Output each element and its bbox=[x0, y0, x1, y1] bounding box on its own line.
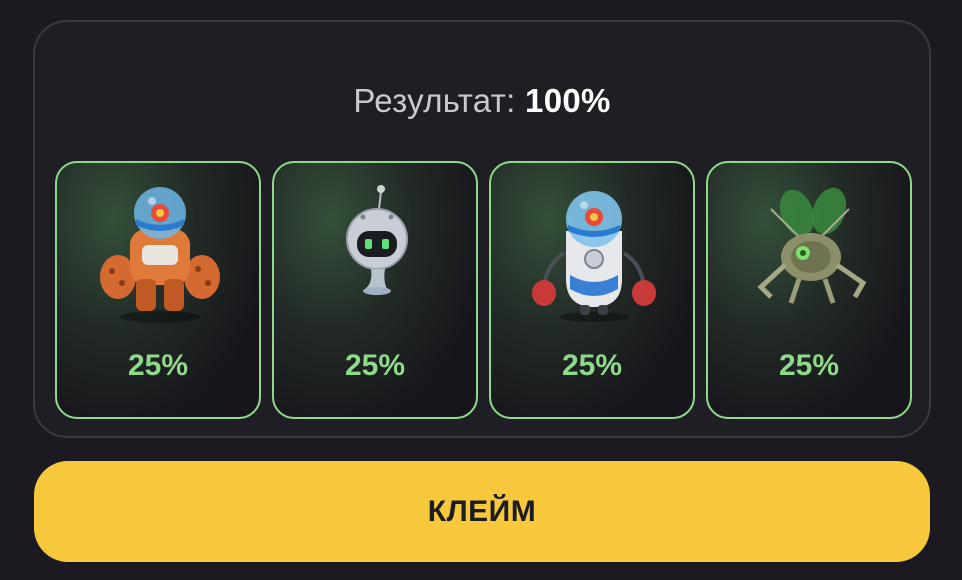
reward-percent: 25% bbox=[561, 349, 623, 382]
reward-card-1[interactable]: 25% bbox=[55, 161, 261, 419]
reward-card-2[interactable]: 25% bbox=[272, 161, 478, 419]
boxing-robot-icon bbox=[532, 191, 656, 322]
result-label: Результат: bbox=[353, 82, 516, 119]
result-value: 100% bbox=[525, 82, 611, 119]
reward-percent: 25% bbox=[344, 349, 406, 382]
reward-card-3[interactable]: 25% bbox=[489, 161, 695, 419]
reward-percent: 25% bbox=[778, 349, 840, 382]
small-floating-robot-icon bbox=[346, 185, 408, 295]
reward-card-4[interactable]: 25% bbox=[706, 161, 912, 419]
reward-percent: 25% bbox=[127, 349, 189, 382]
result-panel: Результат: 100% 25% 25% 25% 25% bbox=[33, 20, 931, 438]
claim-button[interactable]: КЛЕЙМ bbox=[34, 461, 930, 562]
orange-mech-robot-icon bbox=[100, 187, 220, 323]
result-line: Результат: 100% bbox=[35, 82, 929, 120]
insect-robot-icon bbox=[757, 187, 867, 304]
